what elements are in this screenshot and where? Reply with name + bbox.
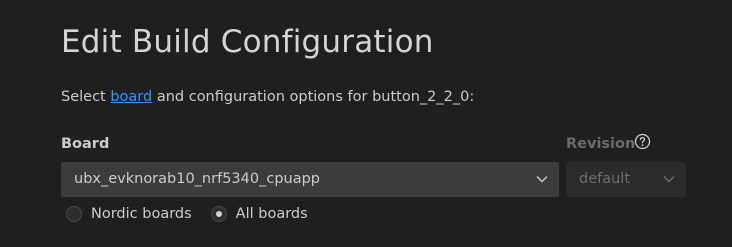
revision-select-value: default (579, 171, 631, 187)
board-label: Board (61, 136, 110, 152)
page-title: Edit Build Configuration (61, 24, 434, 60)
radio-label: Nordic boards (91, 206, 192, 222)
radio-nordic-boards[interactable]: Nordic boards (66, 206, 192, 222)
radio-label: All boards (235, 206, 308, 222)
board-select-value: ubx_evknorab10_nrf5340_cpuapp (74, 171, 321, 187)
chevron-down-icon (663, 176, 675, 183)
chevron-down-icon (536, 176, 548, 183)
radio-button-checked[interactable] (210, 206, 227, 222)
revision-label: Revision (566, 136, 636, 152)
radio-all-boards[interactable]: All boards (210, 206, 308, 222)
question-circle-icon[interactable] (634, 133, 651, 150)
subtitle: Select board and configuration options f… (61, 89, 474, 105)
board-filter-radio-group: Nordic boards All boards (66, 206, 308, 222)
board-link[interactable]: board (110, 89, 152, 105)
subtitle-suffix: and configuration options for button_2_2… (156, 89, 475, 105)
revision-select[interactable]: default (566, 162, 686, 197)
subtitle-prefix: Select (61, 89, 106, 105)
board-select[interactable]: ubx_evknorab10_nrf5340_cpuapp (61, 162, 559, 197)
radio-button[interactable] (66, 206, 82, 222)
